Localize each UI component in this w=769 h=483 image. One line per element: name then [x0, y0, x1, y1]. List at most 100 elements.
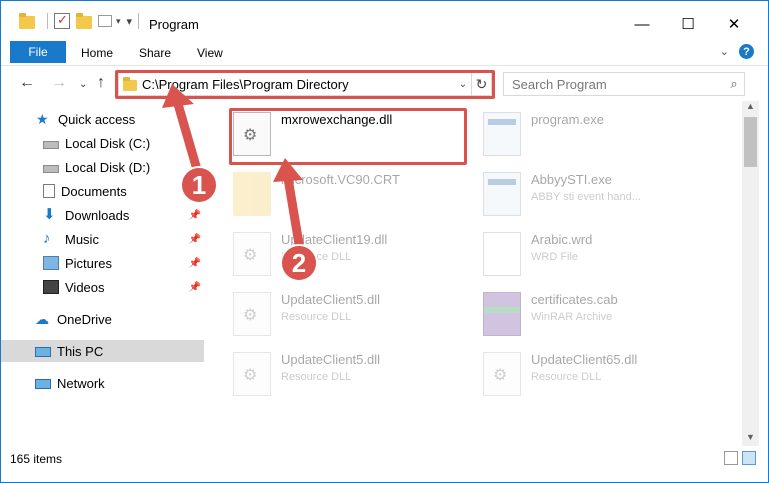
pin-icon[interactable]: 📌: [189, 258, 201, 269]
network-icon: [35, 378, 51, 389]
pictures-icon: [43, 256, 59, 270]
close-button[interactable]: ✕: [711, 9, 757, 39]
file-item-program-exe[interactable]: program.exe: [483, 112, 723, 164]
sidebar-item-local-disk-d[interactable]: Local Disk (D:): [1, 156, 204, 178]
file-name: UpdateClient65.dll: [531, 352, 638, 367]
file-item-updateclient5-b[interactable]: UpdateClient5.dll Resource DLL: [233, 352, 473, 404]
pc-icon: [35, 346, 51, 357]
file-item-updateclient65[interactable]: UpdateClient65.dll Resource DLL: [483, 352, 723, 404]
search-icon[interactable]: ⌕: [724, 76, 744, 92]
sidebar-item-onedrive[interactable]: ☁ OneDrive: [1, 308, 204, 330]
scrollbar-thumb[interactable]: [744, 117, 757, 167]
scroll-down-arrow-icon[interactable]: ▼: [742, 432, 759, 446]
file-type: Resource DLL: [281, 371, 352, 383]
sidebar-item-label: Local Disk (C:): [65, 135, 151, 151]
file-name: UpdateClient5.dll: [281, 292, 381, 307]
file-highlight-box: [229, 108, 467, 165]
properties-icon[interactable]: [54, 12, 70, 29]
sidebar-item-label: Videos: [65, 279, 105, 295]
expand-ribbon-icon[interactable]: ⌄: [720, 45, 729, 58]
file-type: Resource DLL: [531, 371, 602, 383]
sidebar-item-music[interactable]: ♪ Music 📌: [1, 228, 204, 250]
file-item-updateclient19[interactable]: UpdateClient19.dll Resource DLL: [233, 232, 473, 284]
navigation-pane: ★ Quick access Local Disk (C:) Local Dis…: [1, 104, 211, 444]
sidebar-item-label: Quick access: [58, 111, 136, 127]
documents-icon: [43, 184, 55, 198]
wrd-file-icon: [483, 232, 521, 276]
winrar-archive-icon: [483, 292, 521, 336]
sidebar-item-this-pc[interactable]: This PC: [1, 340, 204, 362]
sidebar-item-network[interactable]: Network: [1, 372, 204, 394]
file-type: Resource DLL: [281, 311, 352, 323]
file-name: Arabic.wrd: [531, 232, 593, 247]
step-2-badge: 2: [280, 244, 318, 282]
sidebar-item-label: Downloads: [65, 207, 130, 223]
file-item-updateclient5[interactable]: UpdateClient5.dll Resource DLL: [233, 292, 473, 344]
folder-icon: [233, 172, 271, 216]
tab-view[interactable]: View: [197, 46, 223, 60]
separator: [138, 13, 140, 29]
sidebar-item-label: Local Disk (D:): [65, 159, 151, 175]
star-icon: ★: [36, 111, 49, 127]
file-type: WRD File: [531, 251, 579, 263]
file-item-abbyysti[interactable]: AbbyySTI.exe ABBY sti event hand...: [483, 172, 723, 224]
window-title: Program: [149, 17, 199, 32]
details-view-icon[interactable]: [724, 451, 738, 465]
sidebar-item-local-disk-c[interactable]: Local Disk (C:): [1, 132, 204, 154]
view-options-icon[interactable]: [98, 15, 112, 27]
explorer-window: ▾ ▾ Program — ☐ ✕ File Home Share View ⌄…: [0, 0, 769, 483]
pin-icon[interactable]: 📌: [189, 234, 201, 245]
dll-file-icon: [233, 232, 271, 276]
tab-file[interactable]: File: [10, 41, 66, 63]
help-icon[interactable]: ?: [739, 44, 754, 59]
sidebar-item-label: Pictures: [65, 255, 112, 271]
file-type: WinRAR Archive: [531, 311, 613, 323]
search-input[interactable]: Search Program: [512, 77, 724, 92]
file-name: program.exe: [531, 112, 604, 127]
recent-locations-icon[interactable]: ⌄: [79, 79, 87, 90]
qa-dropdown-icon[interactable]: ▾: [116, 16, 121, 27]
address-highlight-box: [115, 70, 495, 99]
search-box[interactable]: Search Program ⌕: [503, 72, 745, 96]
file-item-certificates-cab[interactable]: certificates.cab WinRAR Archive: [483, 292, 723, 344]
file-name: AbbyySTI.exe: [531, 172, 612, 187]
sidebar-item-label: Documents: [61, 183, 127, 199]
dll-file-icon: [233, 352, 271, 396]
sidebar-item-label: Music: [65, 231, 99, 247]
scroll-up-arrow-icon[interactable]: ▲: [742, 101, 759, 115]
file-name: UpdateClient5.dll: [281, 352, 381, 367]
dll-file-icon: [483, 352, 521, 396]
forward-button[interactable]: →: [51, 74, 67, 92]
file-item-arabic-wrd[interactable]: Arabic.wrd WRD File: [483, 232, 723, 284]
navigation-bar: ← → ⌄ ↑ C:\Program Files\Program Directo…: [1, 65, 768, 101]
tab-home[interactable]: Home: [81, 46, 113, 60]
disk-icon: [43, 165, 59, 173]
item-count: 165 items: [10, 452, 63, 466]
file-item-vc90-folder[interactable]: Microsoft.VC90.CRT: [233, 172, 473, 224]
new-folder-icon[interactable]: [76, 12, 92, 29]
maximize-button[interactable]: ☐: [665, 9, 711, 39]
title-bar: ▾ ▾ Program — ☐ ✕: [1, 1, 768, 39]
large-icons-view-icon[interactable]: [742, 451, 756, 465]
pin-icon[interactable]: 📌: [189, 210, 201, 221]
ribbon-tabs: File Home Share View ⌄ ?: [1, 39, 768, 63]
sidebar-item-downloads[interactable]: ⬇ Downloads 📌: [1, 204, 204, 226]
sidebar-item-label: This PC: [57, 343, 104, 359]
exe-file-icon: [483, 112, 521, 156]
minimize-button[interactable]: —: [619, 9, 665, 39]
sidebar-item-videos[interactable]: Videos 📌: [1, 276, 204, 298]
vertical-scrollbar[interactable]: ▲ ▼: [742, 101, 759, 446]
step-1-badge: 1: [180, 166, 218, 204]
back-button[interactable]: ←: [19, 74, 35, 92]
disk-icon: [43, 141, 59, 149]
sidebar-item-pictures[interactable]: Pictures 📌: [1, 252, 204, 274]
sidebar-item-documents[interactable]: Documents: [1, 180, 204, 202]
up-button[interactable]: ↑: [97, 74, 105, 92]
tab-share[interactable]: Share: [139, 46, 171, 60]
sidebar-item-quick-access[interactable]: ★ Quick access: [1, 108, 204, 130]
videos-icon: [43, 280, 59, 294]
file-name: Microsoft.VC90.CRT: [281, 172, 400, 187]
pin-icon[interactable]: 📌: [189, 282, 201, 293]
separator: [47, 13, 48, 29]
customize-qa-icon[interactable]: ▾: [127, 15, 133, 28]
